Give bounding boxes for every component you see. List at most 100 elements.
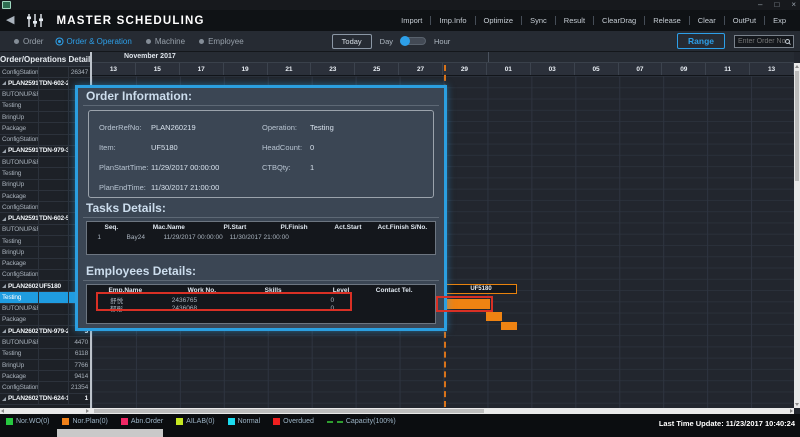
sliders-icon[interactable] — [26, 14, 44, 27]
order-search-input[interactable] — [738, 38, 785, 45]
column-header: Act.Finish — [376, 224, 411, 231]
menu-item[interactable]: Release — [644, 16, 689, 25]
list-item[interactable]: BUTONUP&F 4470 — [0, 337, 90, 348]
legend-swatch — [228, 418, 235, 425]
radio-icon — [146, 39, 151, 44]
column-header: Mac.Name — [136, 224, 202, 231]
day-tick: 13 — [750, 63, 794, 75]
menu-item[interactable]: Imp.Info — [430, 16, 474, 25]
field-value: PLAN260219 — [151, 123, 262, 132]
row-item-no — [39, 202, 69, 212]
row-qty: 6118 — [69, 349, 90, 359]
field-value: 11/29/2017 00:00:00 — [151, 163, 262, 172]
column-header: Seq. — [87, 224, 136, 231]
menu-item[interactable]: Exp — [764, 16, 794, 25]
scroll-right-icon[interactable] — [86, 409, 89, 413]
scrollbar-thumb[interactable] — [795, 71, 799, 181]
menu-item[interactable]: OutPut — [724, 16, 764, 25]
scroll-up-icon[interactable] — [795, 65, 799, 68]
gantt-bar[interactable] — [501, 322, 517, 330]
radio-icon — [58, 40, 61, 43]
legend-item: Normal — [228, 418, 261, 425]
row-name: BUTONUP&F — [2, 91, 39, 98]
maximize-button[interactable]: □ — [774, 0, 779, 10]
order-info-panel: OrderRefNo: PLAN260219 Operation: Testin… — [88, 110, 434, 198]
gantt-bar[interactable] — [486, 312, 502, 321]
toggle-knob[interactable] — [400, 36, 410, 46]
scroll-down-icon[interactable] — [795, 403, 799, 406]
list-item[interactable]: Testing 6118 — [0, 349, 90, 360]
month-label: November 2017 — [124, 53, 176, 60]
row-name: Testing — [2, 350, 21, 357]
search-icon[interactable] — [785, 39, 790, 44]
view-radio[interactable]: Order & Operation — [57, 37, 131, 46]
gantt-vertical-scrollbar[interactable] — [794, 63, 800, 408]
scroll-right-icon[interactable] — [790, 409, 793, 413]
field-value: 0 — [310, 143, 433, 152]
close-button[interactable]: × — [791, 0, 796, 10]
row-name: PLAN2591 — [8, 80, 39, 87]
divider — [83, 217, 439, 218]
row-name: BUTONUP&F — [2, 159, 39, 166]
day-tick: 23 — [311, 63, 355, 75]
view-radio[interactable]: Employee — [199, 37, 244, 46]
view-radio-label: Employee — [208, 37, 244, 46]
row-name: ConfigStation — [2, 204, 38, 211]
row-item-no — [39, 349, 69, 359]
day-tick: 29 — [443, 63, 487, 75]
gantt-bar-outline[interactable]: UF5180 — [445, 284, 517, 294]
back-arrow-icon[interactable]: ◀ — [6, 10, 14, 31]
row-name: PLAN2591 — [8, 215, 39, 222]
today-button[interactable]: Today — [332, 34, 372, 49]
legend-label: Overdued — [283, 418, 314, 425]
list-item[interactable]: ConfigStation 26347 — [0, 67, 90, 78]
legend-swatch — [327, 421, 343, 423]
menu-item[interactable]: Optimize — [475, 16, 522, 25]
last-update-text: Last Time Update: 11/23/2017 10:40:24 — [659, 419, 795, 428]
legend-label: Capacity(100%) — [346, 418, 396, 425]
row-item-no: TDN-979-37 — [39, 146, 69, 156]
view-radio[interactable]: Machine — [146, 37, 185, 46]
tasks-table-header: Seq.Mac.NamePl.StartPl.FinishAct.StartAc… — [87, 222, 435, 233]
taskbar-fragment — [57, 429, 163, 437]
legend-label: Nor.Plan(0) — [72, 418, 107, 425]
row-item-no: UF5180 — [39, 281, 69, 291]
menu-item[interactable]: Clear — [689, 16, 724, 25]
legend-swatch — [176, 418, 183, 425]
list-item[interactable]: ConfigStation 21354 — [0, 382, 90, 393]
minimize-button[interactable]: – — [758, 0, 762, 10]
window-controls: – □ × — [758, 0, 796, 10]
list-item[interactable]: BringUp 7766 — [0, 360, 90, 371]
menu-item[interactable]: Import — [393, 16, 430, 25]
list-item[interactable]: Package 9414 — [0, 371, 90, 382]
employees-title: Employees Details: — [86, 264, 196, 278]
menu-item[interactable]: Sync — [521, 16, 555, 25]
order-info-row: OrderRefNo: PLAN260219 Operation: Testin… — [89, 117, 433, 137]
day-tick: 05 — [575, 63, 619, 75]
legend-label: Nor.WO(0) — [16, 418, 49, 425]
tasks-table: Seq.Mac.NamePl.StartPl.FinishAct.StartAc… — [86, 221, 436, 255]
row-item-no — [39, 247, 69, 257]
view-radio[interactable]: Order — [14, 37, 43, 46]
scroll-left-icon[interactable] — [1, 409, 4, 413]
row-qty: 26347 — [69, 67, 90, 77]
row-name: Package — [2, 260, 26, 267]
scrollbar-thumb[interactable] — [94, 409, 484, 413]
menu-item[interactable]: ClearDrag — [593, 16, 644, 25]
legend-swatch — [273, 418, 280, 425]
column-header: Pl.Finish — [268, 224, 320, 231]
day-hour-toggle[interactable] — [400, 37, 426, 45]
row-name: PLAN2602 — [8, 395, 39, 402]
top-menu: Import Imp.Info Optimize Sync Result Cle… — [393, 16, 794, 25]
range-button[interactable]: Range — [677, 33, 725, 49]
row-qty: 7766 — [69, 360, 90, 370]
menu-item[interactable]: Result — [555, 16, 593, 25]
row-name: PLAN2591 — [8, 147, 39, 154]
order-search-box[interactable] — [734, 35, 794, 48]
day-tick: 15 — [136, 63, 180, 75]
list-item[interactable]: PLAN2602 TDN-624-105 1 — [0, 394, 90, 405]
expander-icon — [2, 217, 6, 221]
row-name: Package — [2, 316, 26, 323]
row-item-no — [39, 191, 69, 201]
tasks-title: Tasks Details: — [86, 201, 166, 215]
